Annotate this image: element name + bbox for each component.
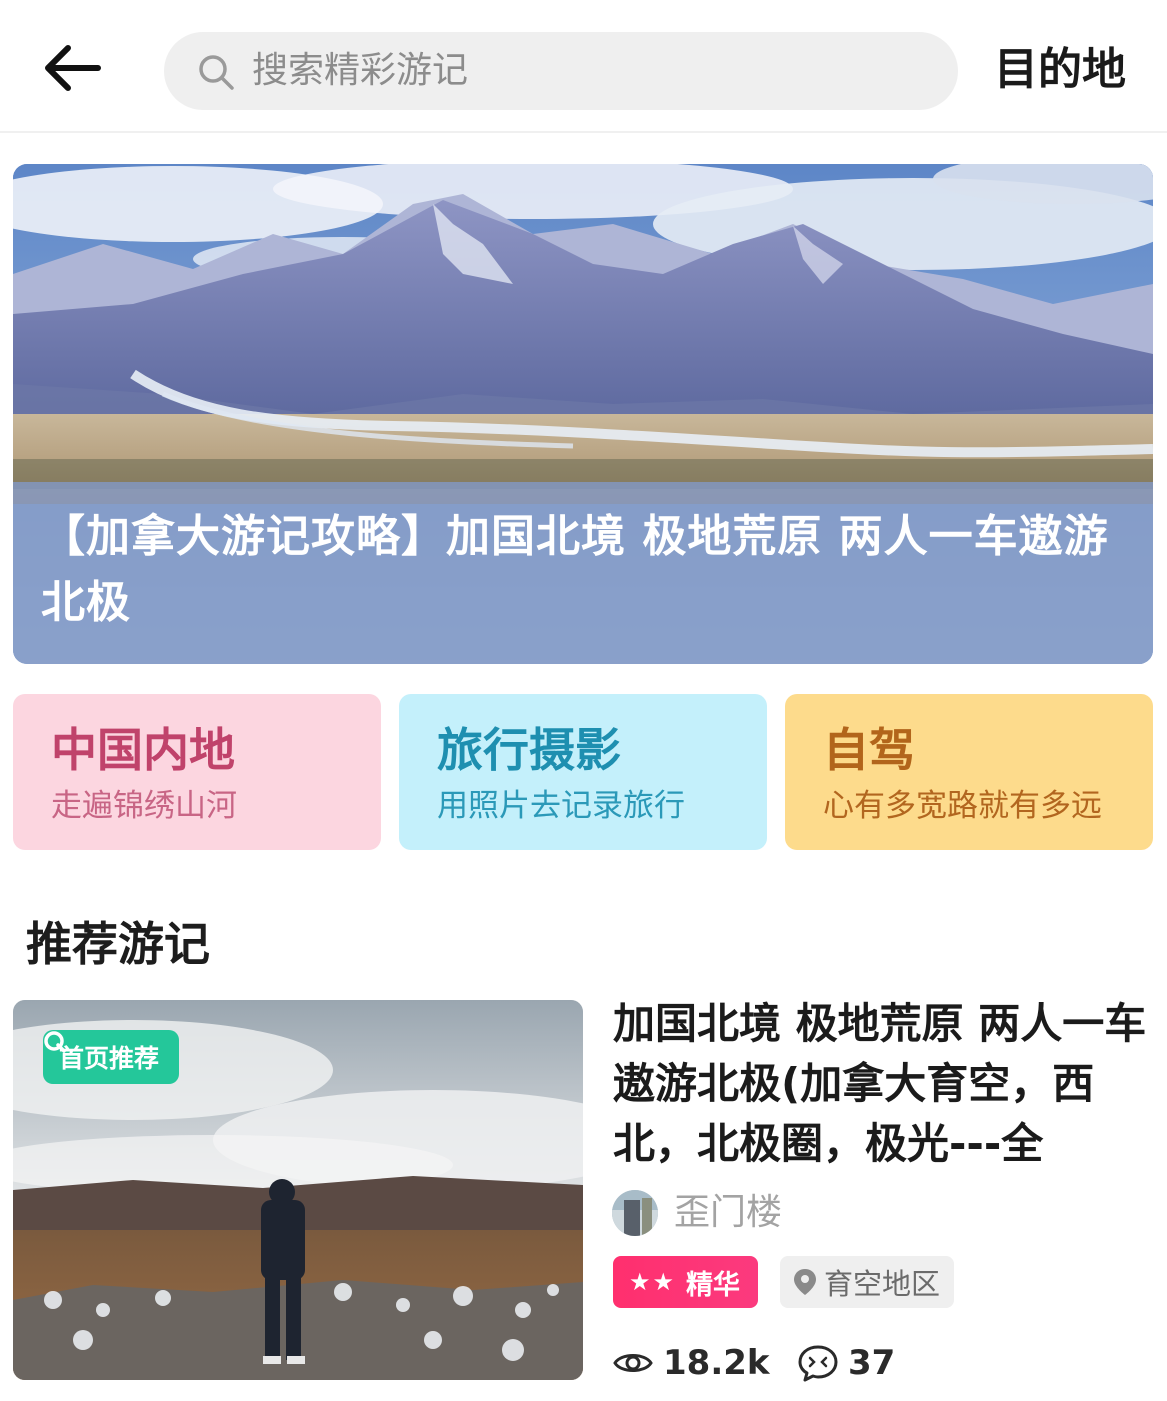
location-tag[interactable]: 育空地区 — [780, 1256, 955, 1308]
category-travel-photography[interactable]: 旅行摄影 用照片去记录旅行 — [399, 694, 767, 850]
hero-title: 【加拿大游记攻略】加国北境 极地荒原 两人一车遨游北极 — [41, 511, 1109, 628]
location-pin-icon — [794, 1269, 816, 1295]
avatar[interactable] — [612, 1190, 658, 1236]
category-subtitle: 走遍锦绣山河 — [51, 788, 237, 824]
author-name[interactable]: 歪门楼 — [674, 1190, 782, 1236]
location-label: 育空地区 — [824, 1267, 941, 1301]
category-title: 中国内地 — [51, 723, 235, 777]
search-icon — [199, 55, 234, 90]
category-title: 旅行摄影 — [437, 723, 621, 777]
views-count: 18.2k — [663, 1343, 770, 1383]
article-title[interactable]: 加国北境 极地荒原 两人一车 遨游北极(加拿大育空，西北，北极圈，极光---全 — [613, 994, 1147, 1174]
category-subtitle: 心有多宽路就有多远 — [823, 788, 1102, 824]
category-china-mainland[interactable]: 中国内地 走遍锦绣山河 — [13, 694, 381, 850]
elite-tag: ★★ 精华 — [613, 1256, 759, 1308]
comment-bubble-icon — [798, 1345, 838, 1382]
section-title: 推荐游记 — [26, 917, 210, 971]
comments-stat[interactable]: 37 — [798, 1340, 895, 1386]
category-title: 自驾 — [823, 723, 915, 777]
hero-banner[interactable]: 【加拿大游记攻略】加国北境 极地荒原 两人一车遨游北极 — [13, 164, 1153, 664]
destination-button[interactable]: 目的地 — [994, 40, 1126, 100]
search-input[interactable]: 搜索精彩游记 — [164, 32, 958, 110]
star-icon: ★★ — [629, 1268, 677, 1296]
search-placeholder: 搜索精彩游记 — [252, 50, 469, 91]
back-arrow-icon[interactable] — [36, 36, 108, 100]
comments-count: 37 — [848, 1343, 896, 1383]
recommend-q-icon — [44, 1031, 66, 1053]
homepage-recommend-badge: 首页推荐 — [43, 1030, 180, 1084]
badge-label: 首页推荐 — [59, 1044, 160, 1073]
top-bar: 搜索精彩游记 目的地 — [0, 0, 1167, 133]
article-thumbnail[interactable]: 首页推荐 — [13, 1000, 583, 1380]
views-stat: 18.2k — [613, 1340, 770, 1386]
category-self-driving[interactable]: 自驾 心有多宽路就有多远 — [785, 694, 1153, 850]
elite-label: 精华 — [686, 1269, 741, 1301]
eye-icon — [613, 1354, 653, 1372]
category-subtitle: 用照片去记录旅行 — [437, 788, 685, 824]
